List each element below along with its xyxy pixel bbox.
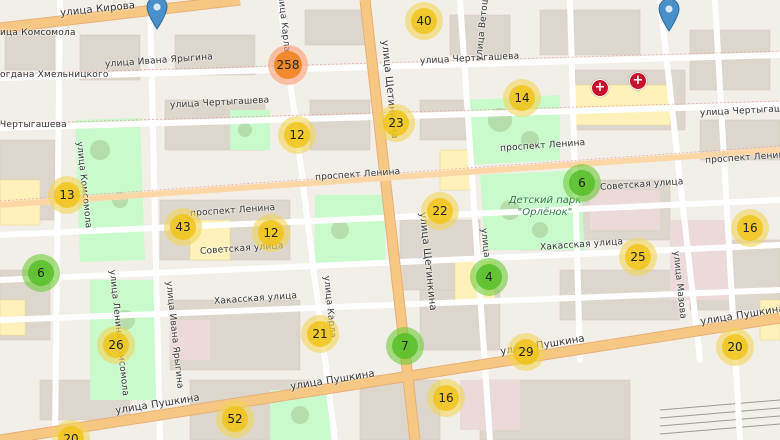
marker-cluster[interactable]: 12 xyxy=(252,214,290,252)
marker-cluster[interactable]: 40 xyxy=(405,2,443,40)
marker-cluster[interactable]: 16 xyxy=(427,379,465,417)
marker-cluster[interactable]: 7 xyxy=(386,327,424,365)
marker-cluster[interactable]: 52 xyxy=(216,400,254,438)
map-base-layer xyxy=(0,0,780,440)
map-pin-icon[interactable] xyxy=(658,0,680,32)
marker-cluster[interactable]: 29 xyxy=(507,333,545,371)
marker-cluster[interactable]: 14 xyxy=(503,79,541,117)
marker-cluster[interactable]: 43 xyxy=(164,208,202,246)
marker-cluster[interactable]: 13 xyxy=(48,176,86,214)
marker-cluster[interactable]: 23 xyxy=(377,104,415,142)
marker-cluster[interactable]: 4 xyxy=(470,258,508,296)
hospital-cross-icon[interactable]: + xyxy=(629,72,647,90)
hospital-cross-icon[interactable]: + xyxy=(591,79,609,97)
marker-cluster[interactable]: 26 xyxy=(97,326,135,364)
marker-cluster[interactable]: 16 xyxy=(731,209,769,247)
marker-cluster[interactable]: 6 xyxy=(22,254,60,292)
marker-cluster[interactable]: 258 xyxy=(268,45,308,85)
marker-cluster[interactable]: 12 xyxy=(278,116,316,154)
marker-cluster[interactable]: 21 xyxy=(301,315,339,353)
marker-cluster[interactable]: 6 xyxy=(563,164,601,202)
marker-cluster[interactable]: 22 xyxy=(421,192,459,230)
marker-cluster[interactable]: 20 xyxy=(716,328,754,366)
map-pin-icon[interactable] xyxy=(146,0,168,30)
map-view[interactable]: улица Кирова ица Комсомола огдана Хмельн… xyxy=(0,0,780,440)
marker-cluster[interactable]: 25 xyxy=(619,238,657,276)
